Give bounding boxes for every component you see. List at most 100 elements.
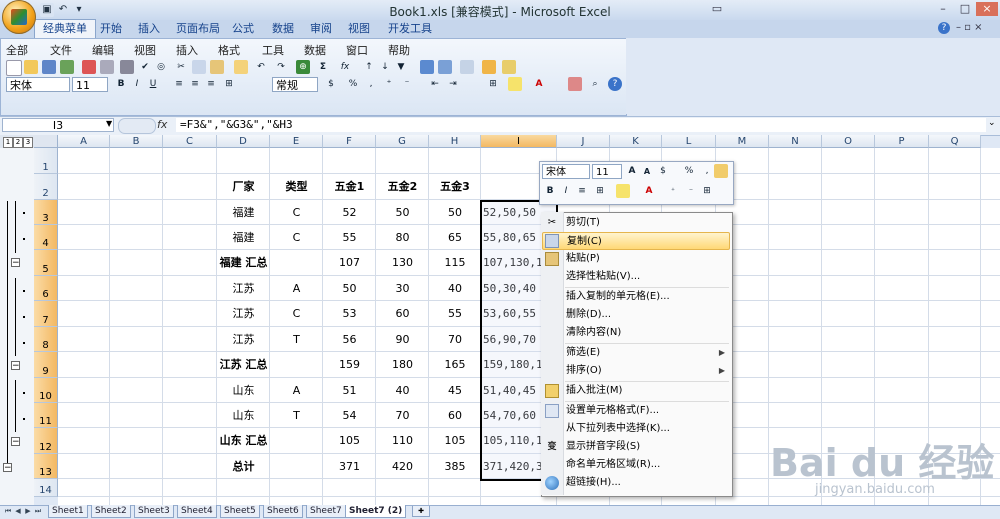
- decrease-indent-icon[interactable]: ⇤: [428, 77, 442, 91]
- menu-window[interactable]: 窗口: [346, 42, 368, 58]
- cell-f2[interactable]: 五金1: [323, 174, 376, 200]
- drawing-icon[interactable]: [482, 60, 496, 74]
- menu-paste[interactable]: 粘贴(P): [563, 250, 731, 268]
- close-button[interactable]: ×: [976, 2, 998, 16]
- cell-d5[interactable]: 福建 汇总: [217, 250, 270, 276]
- tab-home[interactable]: 开始: [92, 20, 130, 38]
- bold-button[interactable]: B: [114, 77, 128, 91]
- sheet-tab-3[interactable]: Sheet3: [134, 505, 174, 518]
- comma-button[interactable]: ,: [364, 77, 378, 91]
- first-sheet-icon[interactable]: ⏮: [4, 506, 12, 516]
- cell-g2[interactable]: 五金2: [376, 174, 429, 200]
- row-header-10[interactable]: 10: [34, 378, 58, 403]
- align-center-icon[interactable]: ≡: [188, 77, 202, 91]
- sheet-tab-6[interactable]: Sheet6: [263, 505, 303, 518]
- menu-hyperlink[interactable]: 超链接(H)...: [563, 474, 731, 492]
- cell-e3[interactable]: C: [270, 200, 323, 225]
- table-icon[interactable]: [460, 60, 474, 74]
- sort-ascending-icon[interactable]: ↑: [362, 60, 376, 74]
- minimize-button[interactable]: –: [932, 2, 954, 16]
- mini-decrease-decimal-icon[interactable]: ⁻: [684, 184, 698, 198]
- cell-g6[interactable]: 30: [376, 276, 429, 301]
- menu-pick-from-list[interactable]: 从下拉列表中选择(K)...: [563, 420, 731, 438]
- save-icon[interactable]: ▣: [40, 3, 54, 17]
- cell-d9[interactable]: 江苏 汇总: [217, 352, 270, 378]
- copy-icon[interactable]: [192, 60, 206, 74]
- cell-h7[interactable]: 55: [429, 301, 481, 327]
- cell-e10[interactable]: A: [270, 378, 323, 403]
- cell-d2[interactable]: 厂家: [217, 174, 270, 200]
- row-header-7[interactable]: 7: [34, 301, 58, 327]
- column-header-p[interactable]: P: [875, 135, 929, 148]
- format-painter-icon[interactable]: [234, 60, 248, 74]
- ribbon-help-min-icon[interactable]: ▭: [706, 2, 728, 16]
- column-header-b[interactable]: B: [110, 135, 163, 148]
- currency-icon[interactable]: $: [324, 77, 338, 91]
- save-file-icon[interactable]: [42, 60, 56, 74]
- cell-h8[interactable]: 70: [429, 327, 481, 352]
- column-header-q[interactable]: Q: [929, 135, 981, 148]
- column-header-l[interactable]: L: [662, 135, 716, 148]
- outline-level-2[interactable]: 2: [13, 137, 23, 148]
- mini-merge-icon[interactable]: ⊞: [700, 184, 714, 198]
- toolbar-help-icon[interactable]: ?: [608, 77, 622, 91]
- tab-developer[interactable]: 开发工具: [380, 20, 440, 38]
- cell-d4[interactable]: 福建: [217, 225, 270, 250]
- row-header-4[interactable]: 4: [34, 225, 58, 250]
- menu-tools[interactable]: 工具: [262, 42, 284, 58]
- cell-d12[interactable]: 山东 汇总: [217, 428, 270, 454]
- new-file-icon[interactable]: [6, 60, 22, 76]
- row-col-corner[interactable]: [34, 135, 58, 148]
- sheet-tab-5[interactable]: Sheet5: [220, 505, 260, 518]
- cell-h9[interactable]: 165: [429, 352, 481, 378]
- cell-g11[interactable]: 70: [376, 403, 429, 428]
- outline-level-3[interactable]: 3: [23, 137, 33, 148]
- cell-d13[interactable]: 总计: [217, 454, 270, 479]
- tab-page-layout[interactable]: 页面布局: [168, 20, 228, 38]
- cell-f8[interactable]: 56: [323, 327, 376, 352]
- redo-toolbar-icon[interactable]: ↷: [274, 60, 288, 74]
- menu-view[interactable]: 视图: [134, 42, 156, 58]
- cell-g13[interactable]: 420: [376, 454, 429, 479]
- menu-format-cells[interactable]: 设置单元格格式(F)...: [563, 402, 731, 420]
- permission-icon[interactable]: [60, 60, 74, 74]
- column-header-a[interactable]: A: [58, 135, 110, 148]
- collapse-jiangsu-button[interactable]: −: [11, 361, 20, 371]
- chart-icon[interactable]: [420, 60, 434, 74]
- undo-icon[interactable]: ↶: [56, 3, 70, 17]
- sheet-tab-4[interactable]: Sheet4: [177, 505, 217, 518]
- cell-h5[interactable]: 115: [429, 250, 481, 276]
- tab-data[interactable]: 数据: [264, 20, 302, 38]
- column-header-f[interactable]: F: [323, 135, 376, 148]
- menu-data[interactable]: 数据: [304, 42, 326, 58]
- insert-sheet-icon[interactable]: ✚: [412, 506, 430, 517]
- maximize-button[interactable]: □: [954, 2, 976, 16]
- cell-e7[interactable]: C: [270, 301, 323, 327]
- mini-center-icon[interactable]: ≡: [575, 184, 589, 198]
- print-preview-icon[interactable]: [100, 60, 114, 74]
- cell-d11[interactable]: 山东: [217, 403, 270, 428]
- expand-formula-icon[interactable]: ⌄: [988, 118, 996, 128]
- menu-cut[interactable]: 剪切(T): [563, 214, 731, 232]
- align-left-icon[interactable]: ≡: [172, 77, 186, 91]
- collapse-total-button[interactable]: −: [3, 463, 12, 473]
- cell-h11[interactable]: 60: [429, 403, 481, 428]
- menu-name-range[interactable]: 命名单元格区域(R)...: [563, 456, 731, 474]
- mini-font-color-icon[interactable]: A: [642, 184, 656, 198]
- cell-h10[interactable]: 45: [429, 378, 481, 403]
- number-format-combo[interactable]: 常规: [272, 77, 318, 92]
- align-right-icon[interactable]: ≡: [204, 77, 218, 91]
- cell-g5[interactable]: 130: [376, 250, 429, 276]
- tab-review[interactable]: 审阅: [302, 20, 340, 38]
- cell-e8[interactable]: T: [270, 327, 323, 352]
- column-header-h[interactable]: H: [429, 135, 481, 148]
- column-header-o[interactable]: O: [822, 135, 875, 148]
- mini-font-combo[interactable]: 宋体: [542, 164, 590, 179]
- column-header-e[interactable]: E: [270, 135, 323, 148]
- cell-h3[interactable]: 50: [429, 200, 481, 225]
- help-icon[interactable]: ?: [938, 22, 950, 34]
- italic-button[interactable]: I: [130, 77, 144, 91]
- formula-resize-handle[interactable]: [118, 118, 156, 134]
- increase-indent-icon[interactable]: ⇥: [446, 77, 460, 91]
- spell-check-icon[interactable]: ✔: [138, 60, 152, 74]
